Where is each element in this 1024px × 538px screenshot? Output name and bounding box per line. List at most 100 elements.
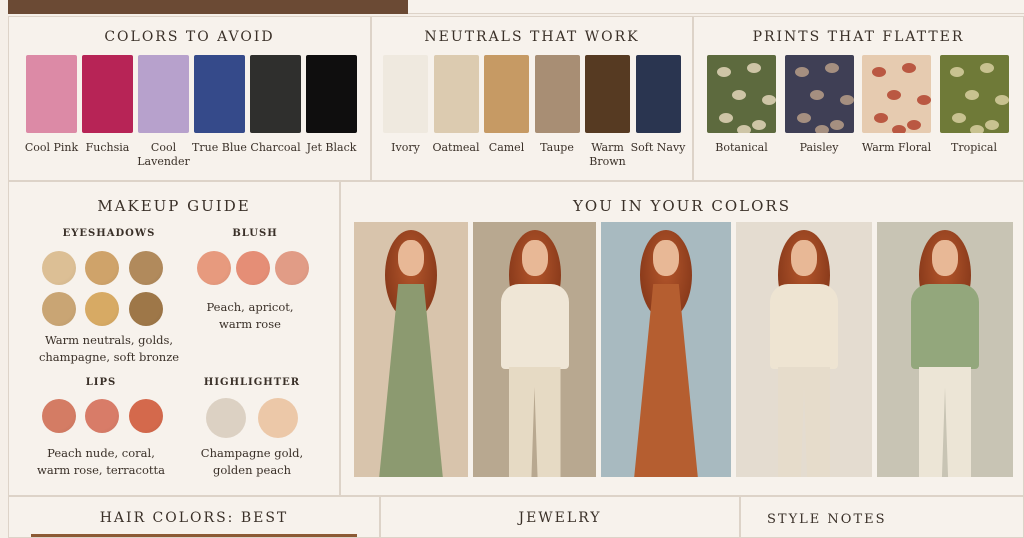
blush-dot bbox=[236, 251, 270, 285]
print-motif bbox=[907, 120, 921, 130]
avoid-swatch bbox=[138, 55, 189, 133]
hair-swatch-strip bbox=[31, 534, 357, 537]
eyeshadow-dot bbox=[42, 292, 76, 326]
print-motif bbox=[809, 90, 824, 100]
colors-to-avoid-title: COLORS TO AVOID bbox=[104, 29, 275, 45]
print-motif bbox=[964, 90, 979, 100]
print-motif bbox=[902, 63, 916, 73]
top-panel-strip bbox=[408, 0, 1024, 14]
jewelry-panel: JEWELRY bbox=[380, 496, 740, 538]
gallery-photo bbox=[736, 222, 872, 477]
eyeshadows-heading: EYESHADOWS bbox=[62, 228, 156, 239]
print-label: Tropical bbox=[950, 141, 997, 154]
neutral-swatch bbox=[585, 55, 630, 133]
neutrals-title: NEUTRALS THAT WORK bbox=[424, 29, 640, 45]
avoid-swatch bbox=[82, 55, 133, 133]
print-motif bbox=[747, 63, 761, 73]
print-motif bbox=[994, 95, 1009, 105]
neutral-swatch bbox=[635, 55, 681, 133]
neutrals-panel: NEUTRALS THAT WORK Ivory Oatmeal Camel Taup… bbox=[371, 16, 693, 181]
eyeshadow-dot bbox=[85, 292, 119, 326]
figure-trousers bbox=[778, 367, 830, 477]
figure-dress bbox=[634, 284, 698, 477]
print-motif bbox=[762, 95, 776, 105]
avoid-swatch bbox=[194, 55, 245, 133]
prints-title: PRINTS THAT FLATTER bbox=[752, 29, 965, 45]
figure-trousers bbox=[919, 367, 971, 477]
lips-dot bbox=[129, 399, 163, 433]
jewelry-title: JEWELRY bbox=[518, 510, 602, 526]
blush-dot bbox=[275, 251, 309, 285]
print-motif bbox=[872, 67, 886, 77]
makeup-guide-panel: MAKEUP GUIDE EYESHADOWS Warm neutrals, g… bbox=[8, 181, 340, 496]
print-motif bbox=[824, 63, 839, 73]
print-motif bbox=[829, 120, 844, 130]
style-notes-panel: STYLE NOTES bbox=[740, 496, 1024, 538]
print-motif bbox=[719, 113, 733, 123]
avoid-swatch bbox=[250, 55, 301, 133]
print-motif bbox=[717, 67, 731, 77]
eyeshadow-dot bbox=[42, 251, 76, 285]
neutral-swatch bbox=[433, 55, 479, 133]
gallery-panel: YOU IN YOUR COLORS bbox=[340, 181, 1024, 496]
highlighter-dot bbox=[258, 398, 298, 438]
gallery-photo bbox=[473, 222, 596, 477]
highlighter-heading: HIGHLIGHTER bbox=[203, 377, 301, 388]
figure-face bbox=[521, 240, 548, 276]
print-swatch bbox=[939, 55, 1009, 133]
print-swatch bbox=[784, 55, 854, 133]
neutral-swatch bbox=[383, 55, 428, 133]
eyeshadow-dot bbox=[85, 251, 119, 285]
blush-dot bbox=[197, 251, 231, 285]
figure-trousers bbox=[508, 367, 561, 477]
neutral-swatch bbox=[484, 55, 529, 133]
figure-top bbox=[770, 284, 838, 369]
blush-heading: BLUSH bbox=[232, 228, 278, 239]
print-motif bbox=[887, 90, 901, 100]
eyeshadow-dot bbox=[129, 292, 163, 326]
print-motif bbox=[949, 67, 964, 77]
figure-top bbox=[911, 284, 979, 369]
figure-face bbox=[653, 240, 679, 276]
hair-colors-title: HAIR COLORS: BEST bbox=[99, 510, 289, 526]
print-motif bbox=[752, 120, 766, 130]
print-motif bbox=[984, 120, 999, 130]
figure-top bbox=[500, 284, 569, 369]
prints-panel: PRINTS THAT FLATTER Botanical Paisley Warm… bbox=[693, 16, 1024, 181]
style-notes-title: STYLE NOTES bbox=[767, 512, 887, 527]
gallery-title: YOU IN YOUR COLORS bbox=[573, 197, 791, 215]
gallery-photo bbox=[877, 222, 1013, 477]
figure-face bbox=[932, 240, 958, 276]
highlighter-dot bbox=[206, 398, 246, 438]
print-motif bbox=[839, 95, 854, 105]
top-photo-strip bbox=[8, 0, 408, 14]
figure-dress bbox=[379, 284, 443, 477]
colors-to-avoid-panel: COLORS TO AVOID Cool Pink Fuchsia Cool Lav… bbox=[8, 16, 371, 181]
print-motif bbox=[917, 95, 931, 105]
print-motif bbox=[874, 113, 888, 123]
print-label: Botanical bbox=[715, 141, 768, 154]
print-motif bbox=[979, 63, 994, 73]
gallery-photo bbox=[601, 222, 731, 477]
print-motif bbox=[732, 90, 746, 100]
blush-note: Peach, apricot, warm rose bbox=[206, 300, 294, 331]
print-swatch bbox=[862, 55, 931, 133]
avoid-swatch-label: Jet Black bbox=[306, 141, 357, 154]
neutral-swatch bbox=[534, 55, 580, 133]
eyeshadow-dot bbox=[129, 251, 163, 285]
neutral-swatch-label: Soft Navy bbox=[630, 141, 686, 154]
print-label: Paisley bbox=[799, 141, 839, 154]
print-motif bbox=[814, 125, 829, 133]
avoid-swatch bbox=[26, 55, 77, 133]
avoid-swatch bbox=[306, 55, 357, 133]
figure-face bbox=[791, 240, 817, 276]
hair-colors-panel: HAIR COLORS: BEST bbox=[8, 496, 380, 538]
highlighter-note: Champagne gold, golden peach bbox=[200, 446, 304, 477]
lips-note: Peach nude, coral, warm rose, terracotta bbox=[37, 446, 165, 477]
lips-heading: LIPS bbox=[85, 377, 117, 388]
lips-dot bbox=[85, 399, 119, 433]
figure-face bbox=[398, 240, 424, 276]
print-motif bbox=[951, 113, 966, 123]
print-motif bbox=[796, 113, 811, 123]
print-swatch bbox=[707, 55, 776, 133]
